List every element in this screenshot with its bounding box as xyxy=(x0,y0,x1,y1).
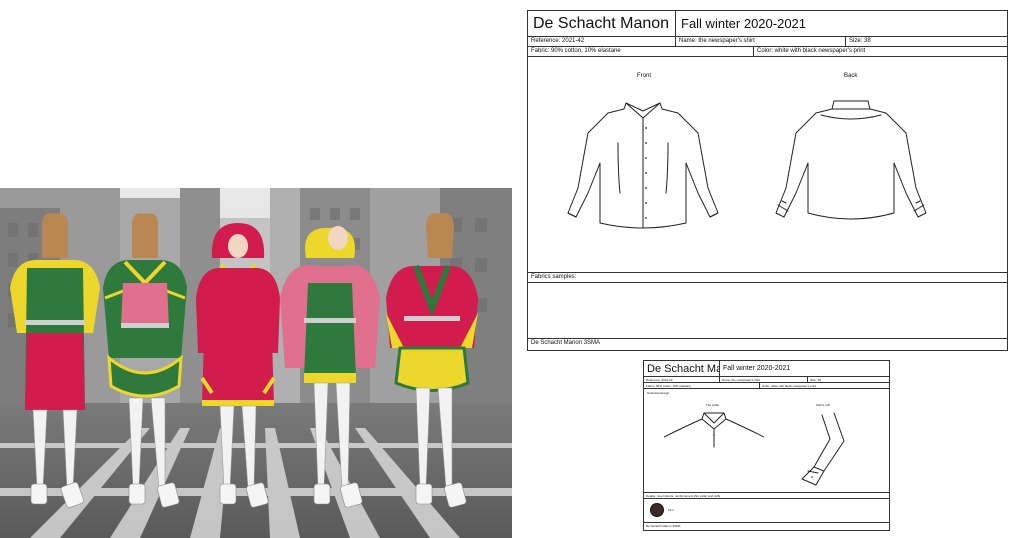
fabric-field: Fabric: 90% cotton, 10% elastane xyxy=(528,47,754,57)
detail-sheet-footer: De Schacht Manon 3SMA xyxy=(646,524,681,528)
cuff-sketch xyxy=(801,412,845,486)
city-street-background xyxy=(0,188,512,538)
technical-spec-sheet: De Schacht Manon Fall winter 2020-2021 R… xyxy=(527,10,1008,351)
fabric-samples-field: Fabrics samples: xyxy=(528,273,1007,283)
technical-design-label: Technical design: xyxy=(647,391,671,395)
shirt-front-sketch xyxy=(567,102,719,229)
collar-sketch xyxy=(664,412,764,448)
size-field: Size: 38 xyxy=(846,37,1007,47)
button-sample-area: 1cm xyxy=(644,499,889,523)
detail-season-title: Fall winter 2020-2021 xyxy=(720,361,889,377)
button-swatch xyxy=(650,503,664,517)
fashion-illustration xyxy=(0,188,512,538)
back-label: Back xyxy=(844,73,858,79)
cuff-label: Shirt's cuff xyxy=(816,403,830,407)
technical-design-area: Technical design: The collar Shirt's cuf… xyxy=(644,389,889,493)
name-field: Name: the newspaper's shirt xyxy=(676,37,846,47)
front-label: Front xyxy=(637,73,652,79)
button-size-label: 1cm xyxy=(668,508,674,512)
sheet-footer: De Schacht Manon 3SMA xyxy=(531,340,601,346)
detail-brand-name: De Schacht Manon xyxy=(644,361,720,377)
season-title: Fall winter 2020-2021 xyxy=(676,11,1007,37)
technical-detail-sheet: De Schacht Manon Fall winter 2020-2021 R… xyxy=(643,360,890,531)
brand-name: De Schacht Manon xyxy=(528,11,676,37)
fabric-samples-area xyxy=(528,283,1007,339)
collar-label: The collar xyxy=(706,403,720,407)
flat-sketch-area: Front Back xyxy=(528,57,1007,273)
reference-field: Reference: 2021-42 xyxy=(528,37,676,47)
color-field: Color: white with black newspaper's prin… xyxy=(754,47,1007,57)
shirt-back-sketch xyxy=(775,100,927,220)
